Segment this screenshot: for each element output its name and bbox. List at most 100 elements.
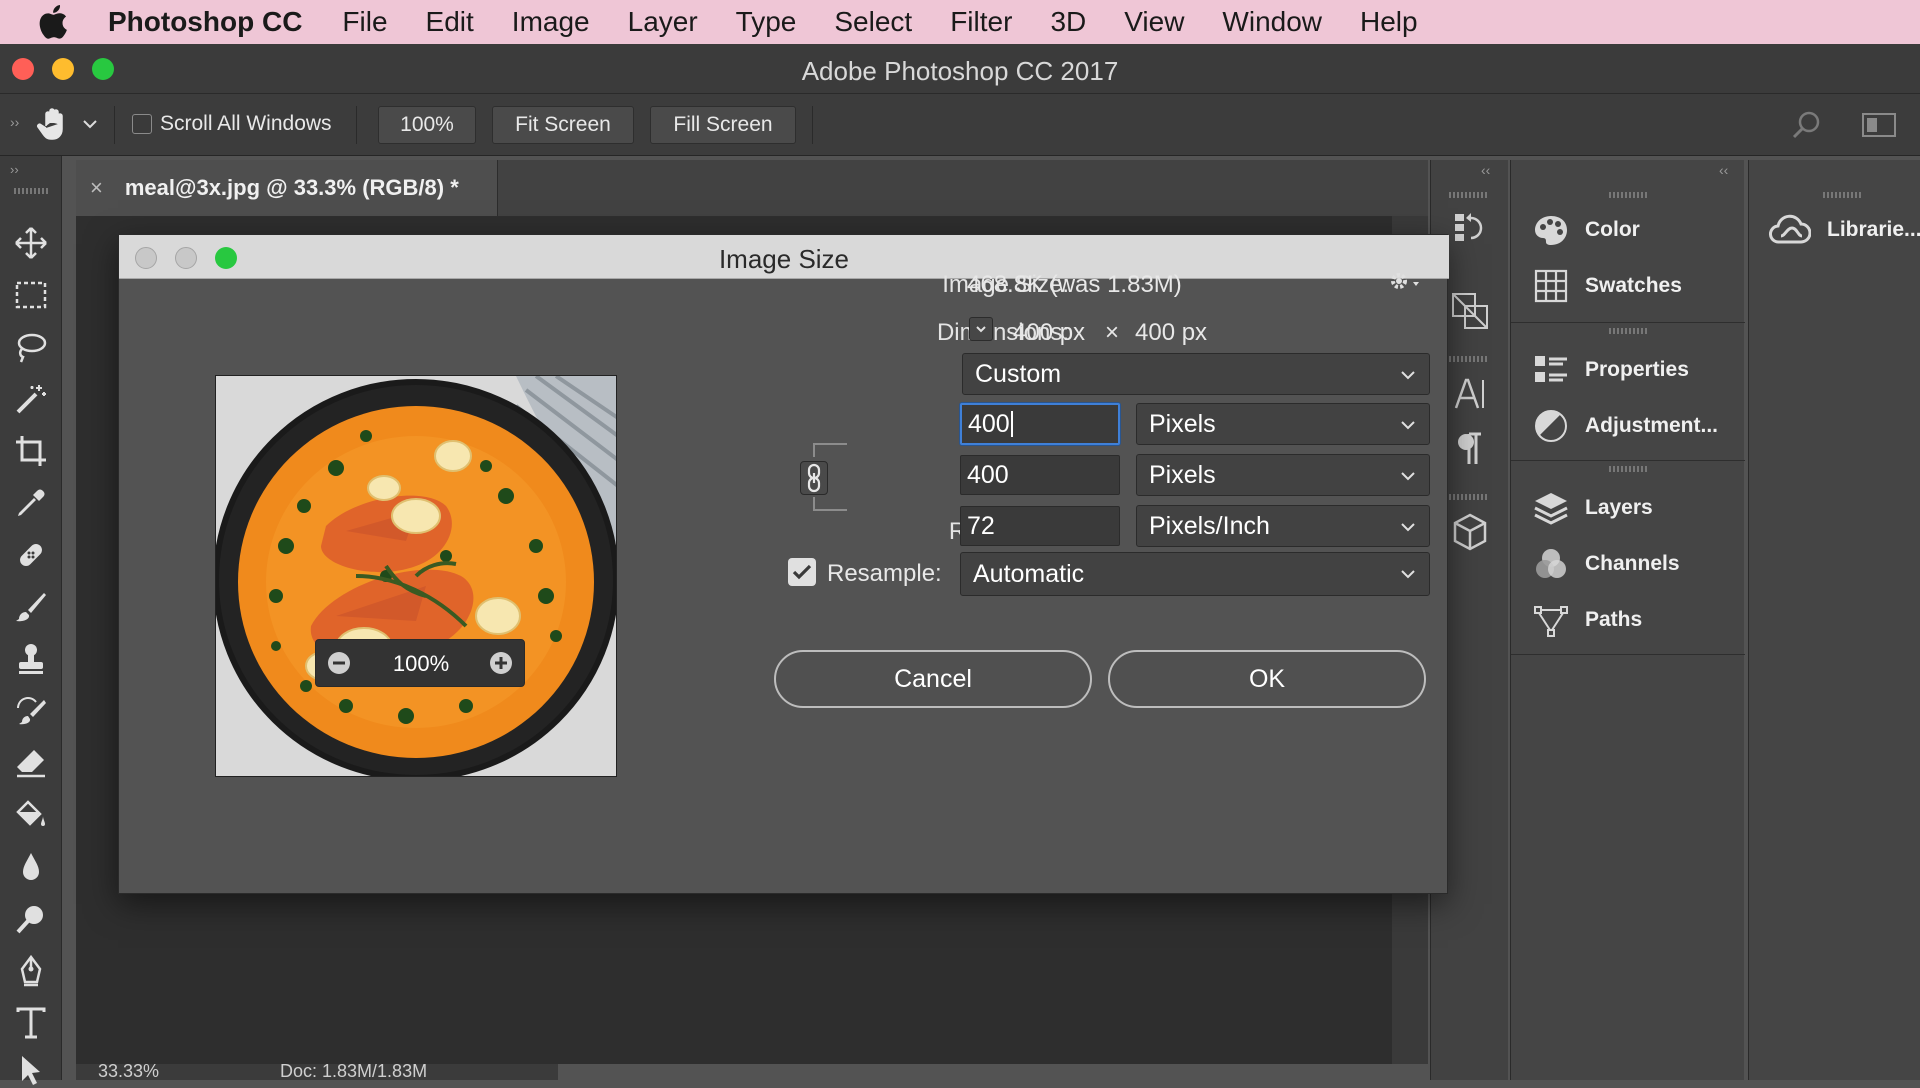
menu-filter[interactable]: Filter bbox=[950, 6, 1012, 38]
width-unit-select[interactable]: Pixels bbox=[1136, 403, 1430, 445]
cancel-button[interactable]: Cancel bbox=[774, 650, 1092, 708]
menu-window[interactable]: Window bbox=[1222, 6, 1322, 38]
width-input[interactable]: 400 bbox=[960, 403, 1120, 445]
creative-cloud-icon bbox=[1767, 212, 1811, 248]
adjustments-panel-tab[interactable]: Adjustment... bbox=[1533, 406, 1718, 446]
marquee-tool-icon[interactable] bbox=[14, 278, 48, 312]
chevron-down-icon bbox=[1399, 565, 1417, 583]
menu-image[interactable]: Image bbox=[512, 6, 590, 38]
menu-edit[interactable]: Edit bbox=[426, 6, 474, 38]
resample-method-value: Automatic bbox=[973, 559, 1085, 588]
paint-bucket-tool-icon[interactable] bbox=[14, 798, 48, 832]
menu-layer[interactable]: Layer bbox=[628, 6, 698, 38]
ok-button[interactable]: OK bbox=[1108, 650, 1426, 708]
healing-brush-tool-icon[interactable] bbox=[14, 538, 48, 572]
properties-icon bbox=[1533, 352, 1569, 388]
magic-wand-tool-icon[interactable] bbox=[14, 382, 48, 416]
resolution-input[interactable]: 72 bbox=[960, 506, 1120, 546]
channels-panel-tab[interactable]: Channels bbox=[1533, 544, 1680, 584]
height-input[interactable]: 400 bbox=[960, 455, 1120, 495]
close-tab-icon[interactable]: × bbox=[90, 175, 103, 201]
paths-panel-tab[interactable]: Paths bbox=[1533, 600, 1642, 640]
libraries-panel-label: Librarie... bbox=[1827, 218, 1920, 241]
image-size-value: 468.8K (was 1.83M) bbox=[967, 271, 1182, 298]
status-zoom[interactable]: 33.33% bbox=[98, 1064, 159, 1080]
libraries-column: Librarie... bbox=[1748, 160, 1920, 1080]
preview-zoom-control: 100% bbox=[315, 639, 525, 687]
type-tool-icon[interactable] bbox=[14, 1006, 48, 1040]
macos-menu-bar: Photoshop CC File Edit Image Layer Type … bbox=[0, 0, 1920, 44]
dodge-tool-icon[interactable] bbox=[14, 902, 48, 936]
paragraph-panel-icon[interactable] bbox=[1455, 432, 1485, 466]
layers-panel-tab[interactable]: Layers bbox=[1533, 488, 1653, 528]
apple-icon[interactable] bbox=[38, 5, 98, 39]
history-panel-icon[interactable] bbox=[1453, 210, 1487, 246]
layers-panel-label: Layers bbox=[1585, 496, 1653, 519]
chevron-down-icon bbox=[1399, 366, 1417, 384]
preset-dropdown-chevron-icon[interactable] bbox=[82, 118, 98, 130]
menu-select[interactable]: Select bbox=[834, 6, 912, 38]
dimensions-height-value: 400 px bbox=[1135, 319, 1208, 346]
dimensions-width-value: 400 px bbox=[1013, 319, 1086, 346]
dimensions-unit-dropdown[interactable] bbox=[969, 317, 993, 341]
preview-image[interactable] bbox=[215, 375, 617, 777]
lasso-tool-icon[interactable] bbox=[14, 330, 48, 364]
menu-file[interactable]: File bbox=[342, 6, 387, 38]
fit-to-select[interactable]: Custom bbox=[962, 353, 1430, 395]
hand-tool-preset-icon[interactable] bbox=[34, 104, 74, 144]
scroll-all-windows-label[interactable]: Scroll All Windows bbox=[160, 112, 332, 136]
clone-stamp-tool-icon[interactable] bbox=[14, 642, 48, 676]
resolution-unit-value: Pixels/Inch bbox=[1149, 511, 1270, 540]
brush-tool-icon[interactable] bbox=[14, 590, 48, 624]
clone-source-panel-icon[interactable] bbox=[1451, 292, 1489, 330]
swatches-panel-tab[interactable]: Swatches bbox=[1533, 266, 1682, 306]
chevron-down-icon bbox=[1399, 467, 1417, 485]
image-size-dialog: Image Size 100% Image Size: 468.8K (was … bbox=[118, 234, 1449, 894]
toolbar-collapse-icon[interactable]: ›› bbox=[10, 114, 19, 130]
resolution-unit-select[interactable]: Pixels/Inch bbox=[1136, 505, 1430, 547]
properties-panel-tab[interactable]: Properties bbox=[1533, 350, 1689, 390]
collapse-dock-icon[interactable]: ‹‹ bbox=[1481, 162, 1490, 178]
color-panel-tab[interactable]: Color bbox=[1533, 210, 1640, 250]
paths-icon bbox=[1533, 602, 1569, 638]
character-panel-icon[interactable] bbox=[1453, 376, 1487, 412]
swatches-panel-label: Swatches bbox=[1585, 274, 1682, 297]
workspace-switcher-icon[interactable] bbox=[1862, 112, 1896, 138]
fit-screen-button[interactable]: Fit Screen bbox=[492, 106, 634, 144]
blur-tool-icon[interactable] bbox=[14, 850, 48, 884]
menu-app-name[interactable]: Photoshop CC bbox=[108, 6, 302, 38]
menu-3d[interactable]: 3D bbox=[1050, 6, 1086, 38]
channels-panel-label: Channels bbox=[1585, 552, 1680, 575]
zoom-100-button[interactable]: 100% bbox=[378, 106, 476, 144]
menu-type[interactable]: Type bbox=[736, 6, 797, 38]
document-tab[interactable]: × meal@3x.jpg @ 33.3% (RGB/8) * bbox=[76, 160, 498, 216]
scroll-all-windows-checkbox[interactable] bbox=[132, 114, 152, 134]
crop-tool-icon[interactable] bbox=[14, 434, 48, 468]
height-unit-select[interactable]: Pixels bbox=[1136, 454, 1430, 496]
resample-checkbox[interactable] bbox=[788, 558, 816, 586]
resample-label[interactable]: Resample: bbox=[827, 560, 942, 588]
eraser-tool-icon[interactable] bbox=[14, 746, 48, 780]
dimensions-x: × bbox=[1105, 319, 1120, 346]
menu-view[interactable]: View bbox=[1124, 6, 1184, 38]
zoom-in-icon[interactable] bbox=[488, 650, 514, 676]
status-bar: 33.33% Doc: 1.83M/1.83M bbox=[76, 1064, 558, 1080]
chevron-down-icon bbox=[1399, 416, 1417, 434]
fill-screen-button[interactable]: Fill Screen bbox=[650, 106, 796, 144]
3d-panel-icon[interactable] bbox=[1451, 512, 1489, 552]
pen-tool-icon[interactable] bbox=[14, 954, 48, 988]
settings-gear-icon[interactable] bbox=[1387, 269, 1421, 295]
history-brush-tool-icon[interactable] bbox=[14, 694, 48, 728]
resample-method-select[interactable]: Automatic bbox=[960, 552, 1430, 596]
path-selection-tool-icon[interactable] bbox=[14, 1054, 48, 1088]
palette-icon bbox=[1533, 212, 1569, 248]
menu-help[interactable]: Help bbox=[1360, 6, 1418, 38]
collapse-panels-icon[interactable]: ‹‹ bbox=[1719, 162, 1728, 178]
move-tool-icon[interactable] bbox=[14, 226, 48, 260]
libraries-panel-tab[interactable]: Librarie... bbox=[1767, 210, 1920, 250]
search-icon[interactable] bbox=[1790, 108, 1824, 142]
adjustments-panel-label: Adjustment... bbox=[1585, 414, 1719, 437]
panel-column: ‹‹ Color Swatches Properties Adjustment.… bbox=[1510, 160, 1745, 1080]
color-panel-label: Color bbox=[1585, 218, 1640, 241]
eyedropper-tool-icon[interactable] bbox=[14, 486, 48, 520]
